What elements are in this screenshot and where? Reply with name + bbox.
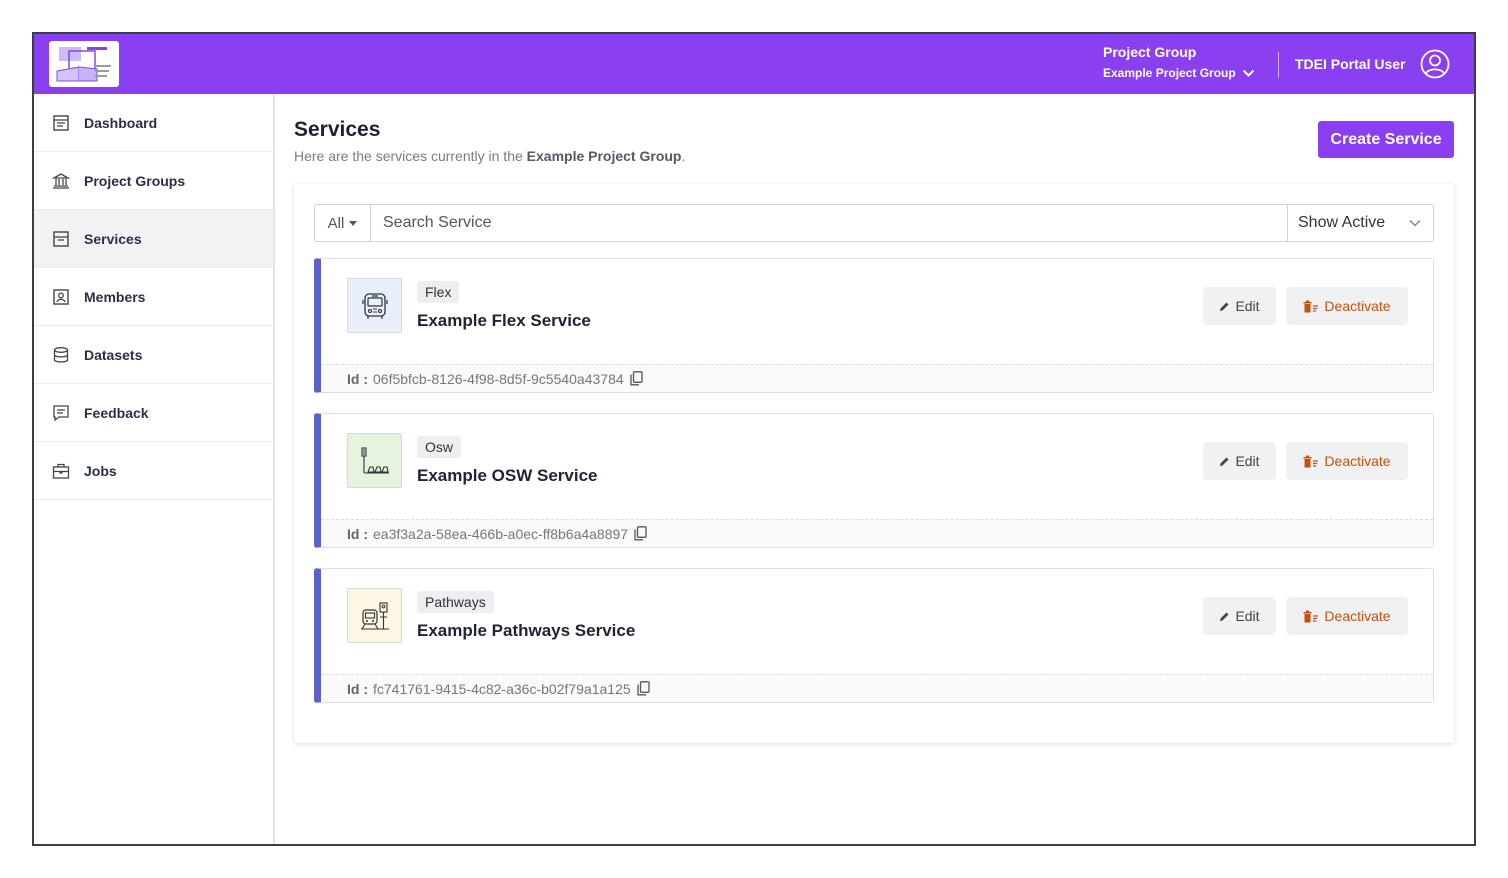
subtitle-prefix: Here are the services currently in the <box>294 148 523 164</box>
service-id-row: Id : 06f5bfcb-8126-4f98-8d5f-9c5540a4378… <box>321 364 1433 392</box>
service-type-icon <box>347 278 402 333</box>
sidebar-item-label: Members <box>84 288 146 305</box>
create-service-button[interactable]: Create Service <box>1318 121 1454 158</box>
app-logo[interactable] <box>49 41 119 87</box>
caret-down-icon <box>349 220 358 226</box>
edit-label: Edit <box>1235 298 1260 314</box>
id-label: Id : <box>347 680 368 697</box>
services-panel: All Show Active <box>294 184 1454 743</box>
project-group-value: Example Project Group <box>1103 66 1236 80</box>
archive-icon <box>53 230 69 247</box>
train-station-icon <box>360 601 389 630</box>
service-id-row: Id : fc741761-9415-4c82-a36c-b02f79a1a12… <box>321 674 1433 702</box>
edit-button[interactable]: Edit <box>1203 597 1276 635</box>
sidebar-item-feedback[interactable]: Feedback <box>34 384 273 442</box>
service-id: 06f5bfcb-8126-4f98-8d5f-9c5540a43784 <box>373 370 624 387</box>
sidebar-item-label: Feedback <box>84 404 149 421</box>
sidebar-item-dashboard[interactable]: Dashboard <box>34 94 273 152</box>
main-content: Services Here are the services currently… <box>277 94 1474 844</box>
chevron-down-icon <box>1409 219 1421 227</box>
project-group-label: Project Group <box>1103 44 1197 60</box>
status-filter-value: Show Active <box>1298 214 1386 231</box>
service-type-icon <box>347 433 402 488</box>
type-filter-label: All <box>327 214 345 232</box>
deactivate-label: Deactivate <box>1324 608 1391 624</box>
user-avatar-icon[interactable] <box>1420 49 1450 79</box>
service-type-icon <box>347 588 402 643</box>
subtitle-group: Example Project Group <box>526 148 682 164</box>
trash-icon <box>1303 610 1319 622</box>
dashboard-icon <box>53 114 69 131</box>
bus-icon <box>361 292 388 319</box>
sidebar-item-project-groups[interactable]: Project Groups <box>34 152 273 210</box>
chevron-down-icon <box>1242 69 1254 77</box>
deactivate-button[interactable]: Deactivate <box>1286 287 1408 325</box>
service-type-badge: Osw <box>417 436 461 458</box>
bank-icon <box>52 172 70 189</box>
service-name: Example Flex Service <box>417 311 591 330</box>
status-filter-select[interactable]: Show Active <box>1287 205 1433 241</box>
page-subtitle: Here are the services currently in the E… <box>294 148 685 164</box>
service-name: Example Pathways Service <box>417 621 636 640</box>
service-id: fc741761-9415-4c82-a36c-b02f79a1a125 <box>373 680 631 697</box>
copy-icon[interactable] <box>634 526 647 541</box>
pencil-icon <box>1220 302 1229 311</box>
copy-icon[interactable] <box>637 681 650 696</box>
project-group-selector[interactable]: Project Group Example Project Group <box>1103 44 1255 80</box>
top-bar: Project Group Example Project Group TDEI… <box>34 34 1474 94</box>
sidebar-item-services[interactable]: Services <box>34 210 273 268</box>
edit-label: Edit <box>1235 453 1260 469</box>
edit-button[interactable]: Edit <box>1203 287 1276 325</box>
database-icon <box>53 346 69 363</box>
sidewalk-icon <box>360 446 389 474</box>
logo-icon <box>56 47 111 82</box>
subtitle-suffix: . <box>681 148 686 164</box>
user-name[interactable]: TDEI Portal User <box>1295 56 1405 72</box>
service-type-badge: Flex <box>417 281 460 303</box>
pencil-icon <box>1220 612 1229 621</box>
type-filter-dropdown[interactable]: All <box>315 205 371 241</box>
briefcase-icon <box>52 463 70 479</box>
id-label: Id : <box>347 525 368 542</box>
service-card: Pathways Example Pathways Service Edit D… <box>314 568 1434 703</box>
sidebar-item-members[interactable]: Members <box>34 268 273 326</box>
app-window: Project Group Example Project Group TDEI… <box>32 32 1476 846</box>
service-id: ea3f3a2a-58ea-466b-a0ec-ff8b6a4a8897 <box>373 525 629 542</box>
service-card: Osw Example OSW Service Edit Deactivate … <box>314 413 1434 548</box>
header-divider <box>1278 52 1279 78</box>
search-input[interactable] <box>371 205 1287 241</box>
sidebar-item-label: Project Groups <box>84 172 186 189</box>
trash-icon <box>1303 300 1319 312</box>
id-label: Id : <box>347 370 368 387</box>
sidebar-item-datasets[interactable]: Datasets <box>34 326 273 384</box>
page-title: Services <box>294 118 381 141</box>
member-badge-icon <box>53 288 69 305</box>
sidebar-item-label: Dashboard <box>84 114 158 131</box>
edit-button[interactable]: Edit <box>1203 442 1276 480</box>
sidebar-item-jobs[interactable]: Jobs <box>34 442 273 500</box>
service-id-row: Id : ea3f3a2a-58ea-466b-a0ec-ff8b6a4a889… <box>321 519 1433 547</box>
deactivate-label: Deactivate <box>1324 453 1391 469</box>
sidebar-item-label: Datasets <box>84 346 143 363</box>
sidebar: Dashboard Project Groups Services Member… <box>34 94 275 844</box>
deactivate-label: Deactivate <box>1324 298 1391 314</box>
deactivate-button[interactable]: Deactivate <box>1286 597 1408 635</box>
pencil-icon <box>1220 457 1229 466</box>
deactivate-button[interactable]: Deactivate <box>1286 442 1408 480</box>
service-name: Example OSW Service <box>417 466 598 485</box>
edit-label: Edit <box>1235 608 1260 624</box>
search-bar: All Show Active <box>314 204 1434 242</box>
trash-icon <box>1303 455 1319 467</box>
feedback-icon <box>53 404 69 421</box>
copy-icon[interactable] <box>630 371 643 386</box>
sidebar-item-label: Jobs <box>84 462 117 479</box>
service-card: Flex Example Flex Service Edit Deactivat… <box>314 258 1434 393</box>
service-type-badge: Pathways <box>417 591 494 613</box>
sidebar-item-label: Services <box>84 230 142 247</box>
